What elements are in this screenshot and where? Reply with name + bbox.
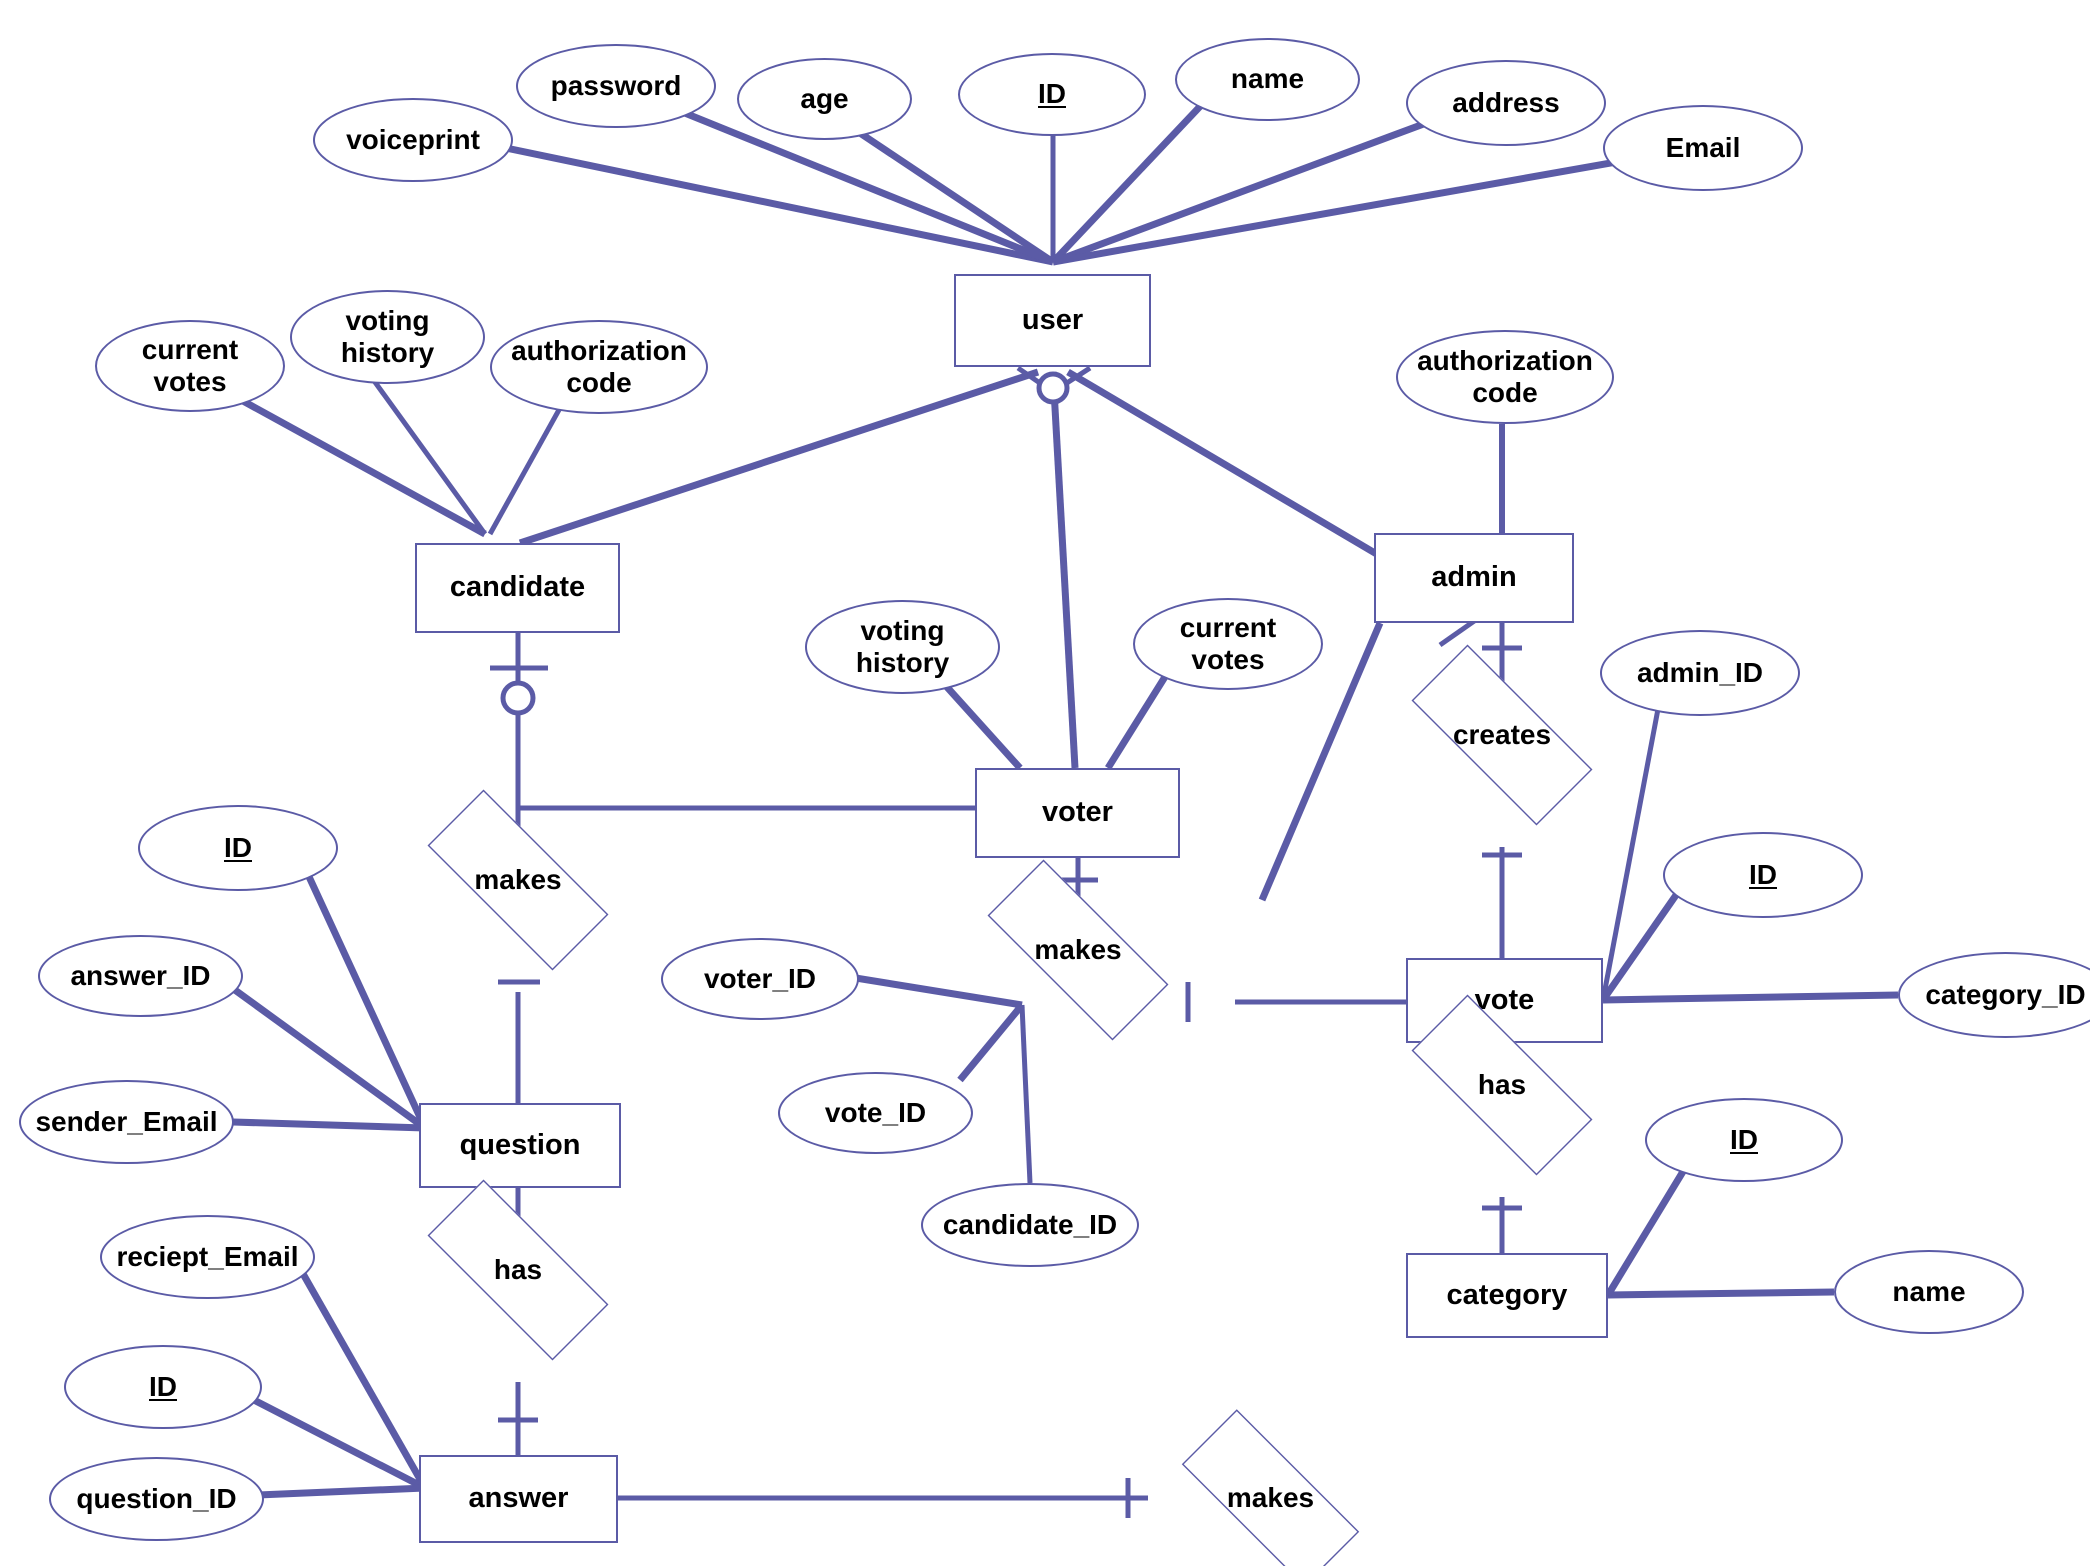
attribute-label: vote_ID [824,1096,927,1128]
attribute-label: current votes [1179,611,1277,675]
relationship-makes-user-answer[interactable]: makes [1148,1409,1393,1566]
attribute-label: category_ID [1925,978,2086,1010]
wire-user-voter [1049,371,1079,769]
attribute-label: authorization code [511,334,687,398]
attribute-label: current votes [141,333,239,397]
wire-user-address [1051,99,1482,266]
attribute-voter-voting-history[interactable]: voting history [805,600,1000,694]
entity-category-label: category [1446,1278,1568,1311]
wire-candidate-auth-code [487,406,563,536]
attribute-user-password[interactable]: password [516,44,716,128]
attribute-answer-question-id[interactable]: question_ID [49,1457,264,1541]
attribute-label: sender_Email [35,1105,218,1137]
attribute-label: name [1892,1275,1966,1307]
relationship-label: makes [1226,1481,1315,1513]
wire-candidate-voting-history [369,376,488,536]
wire-question-sender-email [232,1118,426,1132]
attribute-vote-id[interactable]: ID [1663,832,1863,918]
attribute-label: age [800,82,849,114]
attribute-question-sender-email[interactable]: sender_Email [19,1080,234,1164]
attribute-makes-vote-id[interactable]: vote_ID [778,1072,973,1154]
wire-vote-category-id [1602,991,1899,1004]
attribute-user-id[interactable]: ID [958,53,1146,136]
attribute-label: ID [1749,858,1777,890]
attribute-label: answer_ID [70,959,211,991]
attribute-label: voiceprint [346,123,480,155]
attribute-label: reciept_Email [116,1240,299,1272]
cardinality-user-bottom [1016,365,1092,405]
relationship-label: has [493,1253,543,1285]
attribute-label: voter_ID [703,962,817,994]
wire-answer-question-id [257,1484,426,1499]
entity-answer-label: answer [468,1482,569,1515]
attribute-label: password [550,69,682,101]
entity-admin[interactable]: admin [1374,533,1574,623]
entity-answer[interactable]: answer [419,1455,618,1543]
relationship-label: creates [1452,718,1552,750]
er-diagram-canvas: user candidate voter admin vote question… [0,0,2090,1566]
entity-voter[interactable]: voter [975,768,1180,858]
attribute-label: admin_ID [1636,656,1764,688]
entity-category[interactable]: category [1406,1253,1608,1338]
attribute-label: voting history [855,614,950,678]
wire-category-id [1605,1158,1693,1297]
wire-voter-current-votes [1105,670,1171,770]
attribute-makes-candidate-id[interactable]: candidate_ID [921,1183,1139,1267]
wire-user-admin [1066,368,1382,560]
attribute-label: Email [1665,131,1741,163]
attribute-user-age[interactable]: age [737,58,912,140]
attribute-answer-reciept-email[interactable]: reciept_Email [100,1215,315,1299]
attribute-user-email[interactable]: Email [1603,105,1803,191]
attribute-label: candidate_ID [942,1208,1118,1240]
attribute-admin-authorization-code[interactable]: authorization code [1396,330,1614,424]
attribute-label: name [1230,63,1305,95]
relationship-makes-voter-vote[interactable]: makes [953,859,1203,1041]
relationship-creates-admin-vote[interactable]: creates [1377,644,1627,826]
entity-user[interactable]: user [954,274,1151,367]
attribute-label: ID [1038,78,1066,110]
attribute-label: ID [149,1370,177,1402]
entity-candidate-label: candidate [449,571,586,604]
attribute-candidate-current-votes[interactable]: current votes [95,320,285,412]
entity-candidate[interactable]: candidate [415,543,620,633]
attribute-answer-id[interactable]: ID [64,1345,262,1429]
relationship-has-vote-category[interactable]: has [1377,994,1627,1176]
attribute-makes-voter-id[interactable]: voter_ID [661,938,859,1020]
relationship-makes-candidate-question[interactable]: makes [393,789,643,971]
wire-makes-candidate-id [1019,1004,1033,1184]
relationship-has-question-answer[interactable]: has [393,1179,643,1361]
entity-admin-label: admin [1431,561,1517,594]
entity-question-label: question [459,1128,581,1161]
attribute-category-name[interactable]: name [1834,1250,2024,1334]
relationship-label: has [1477,1068,1527,1100]
attribute-voter-current-votes[interactable]: current votes [1133,598,1323,690]
entity-question[interactable]: question [419,1103,621,1188]
attribute-user-address[interactable]: address [1406,60,1606,146]
attribute-label: ID [224,831,252,863]
wire-voter-voting-history [934,673,1023,771]
wire-category-name [1607,1288,1835,1299]
attribute-user-voiceprint[interactable]: voiceprint [313,98,513,182]
entity-voter-label: voter [1042,796,1113,829]
attribute-label: voting history [340,304,435,368]
entity-user-label: user [1021,303,1084,336]
relationship-label: makes [1034,933,1122,965]
attribute-candidate-authorization-code[interactable]: authorization code [490,320,708,414]
attribute-question-id[interactable]: ID [138,805,338,891]
attribute-label: address [1452,86,1560,118]
attribute-label: question_ID [76,1482,237,1514]
attribute-category-id[interactable]: ID [1645,1098,1843,1182]
relationship-label: makes [474,863,562,895]
attribute-label: authorization code [1417,344,1593,408]
attribute-candidate-voting-history[interactable]: voting history [290,290,485,384]
wire-makes-vote-id [957,1002,1025,1083]
attribute-user-name[interactable]: name [1175,38,1360,121]
attribute-question-answer-id[interactable]: answer_ID [38,935,243,1017]
attribute-label: ID [1730,1123,1758,1155]
attribute-vote-admin-id[interactable]: admin_ID [1600,630,1800,716]
